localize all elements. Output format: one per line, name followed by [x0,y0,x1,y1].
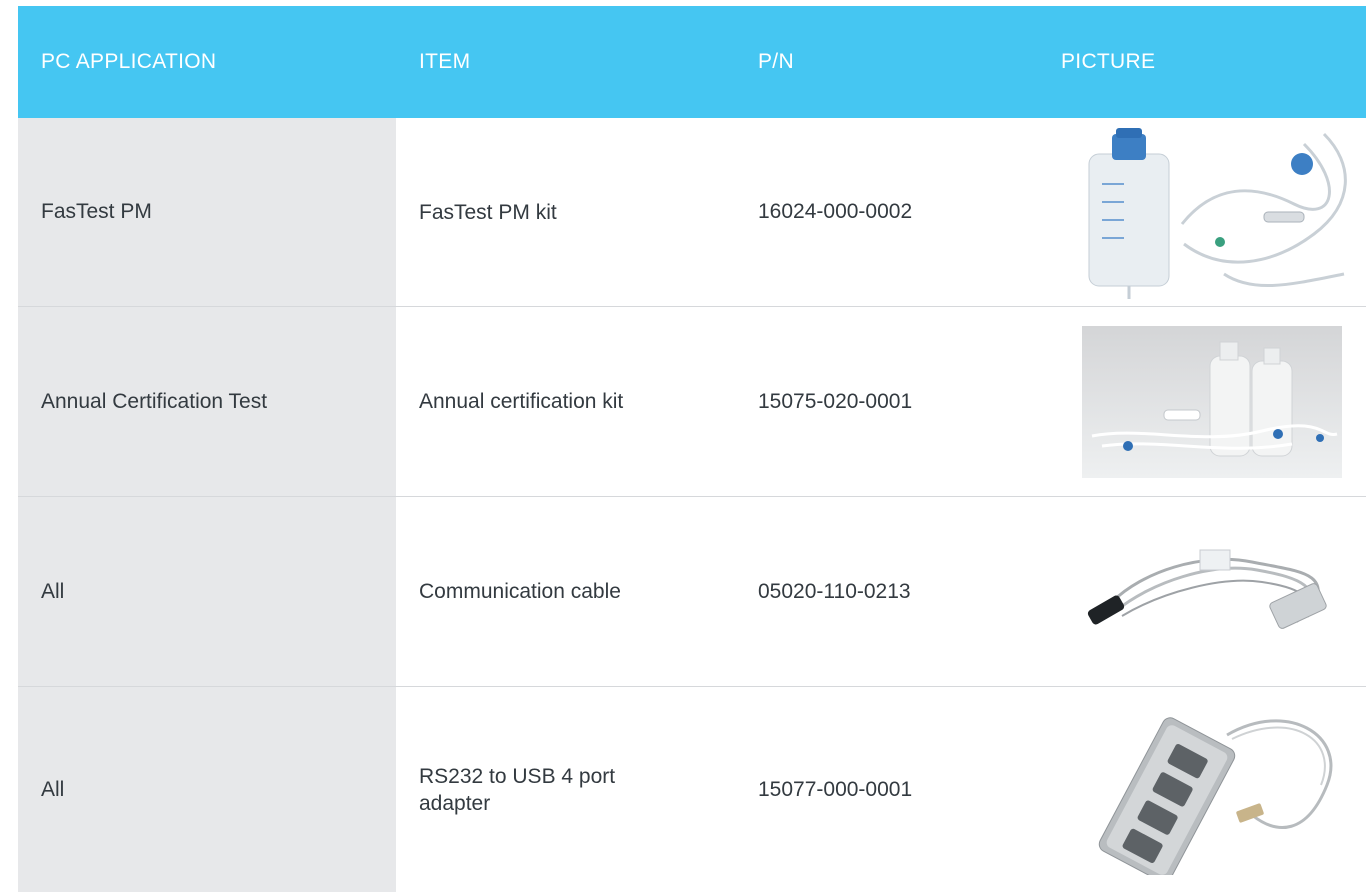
application-cell: All [18,687,396,892]
application-cell: FasTest PM [18,118,396,306]
picture-cell [1058,118,1366,306]
pn-cell: 15075-020-0001 [758,389,913,413]
application-cell: All [18,497,396,686]
header-picture: PICTURE [1061,50,1156,73]
pn-cell: 05020-110-0213 [758,579,911,603]
table-header: PC APPLICATION ITEM P/N PICTURE [18,6,1366,118]
header-pn: P/N [758,50,794,73]
usb-hub-adapter-image [1098,716,1333,875]
pn-cell: 16024-000-0002 [758,200,913,223]
item-cell: Communication cable [419,580,621,603]
application-cell: Annual Certification Test [18,307,396,496]
parts-table: PC APPLICATION ITEM P/N PICTURE FasTest … [18,6,1366,892]
serial-cable-image [1087,549,1327,629]
header-pc-application: PC APPLICATION [41,50,217,73]
item-cell: Annual certification kit [419,390,624,413]
table-row: FasTest PM FasTest PM kit 16024-000-0002 [18,118,1366,307]
pn-cell: 15077-000-0001 [758,777,913,801]
iv-bag-tubing-kit-image [1088,128,1347,299]
bottles-tubing-kit-image [1082,325,1342,478]
picture-cell [1058,307,1366,496]
picture-cell [1058,497,1366,686]
item-cell: FasTest PM kit [419,200,557,224]
table-row: Annual Certification Test Annual certifi… [18,307,1366,497]
table-row: All RS232 to USB 4 port adapter 15077-00… [18,687,1366,892]
picture-cell [1058,687,1366,892]
table-row: All Communication cable 05020-110-0213 [18,497,1366,687]
item-cell: RS232 to USB 4 port adapter [419,764,616,815]
header-item: ITEM [419,50,471,73]
